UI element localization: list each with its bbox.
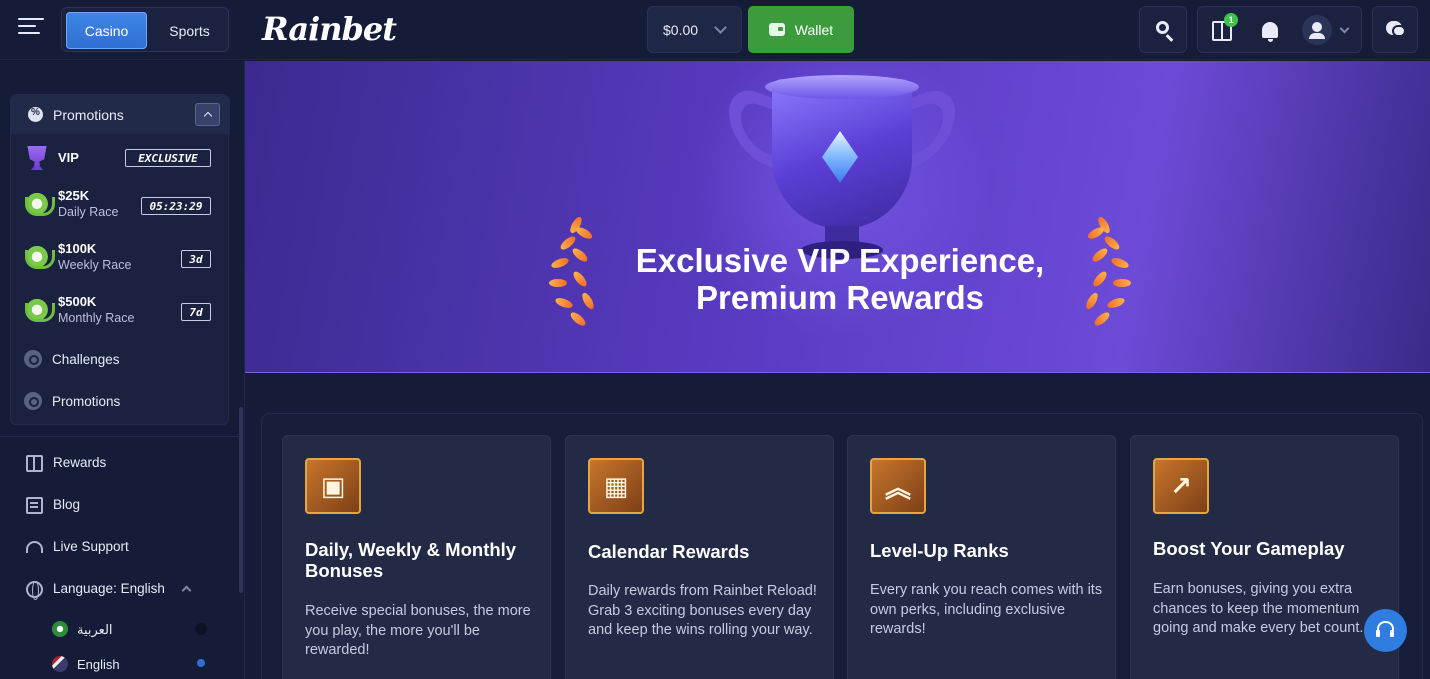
percent-icon — [24, 392, 42, 410]
top-bar: Casino Sports Rainbet $0.00 Wallet 1 — [0, 0, 1430, 60]
exclusive-badge: EXCLUSIVE — [125, 149, 211, 167]
trophy-icon — [27, 146, 47, 170]
vip-hero-banner: Exclusive VIP Experience, Premium Reward… — [245, 61, 1430, 373]
balance-dropdown[interactable]: $0.00 — [647, 6, 742, 53]
search-icon — [1156, 21, 1169, 34]
card-description: Daily rewards from Rainbet Reload! Grab … — [588, 583, 817, 638]
language-option-label: English — [77, 657, 120, 672]
tab-casino[interactable]: Casino — [66, 12, 147, 49]
promotions-header[interactable]: Promotions — [11, 95, 230, 134]
chevron-down-icon[interactable] — [1339, 23, 1350, 34]
card-title: Daily, Weekly & Monthly Bonuses — [305, 539, 517, 581]
gift-icon — [26, 455, 43, 472]
globe-icon — [26, 581, 43, 600]
mode-switch: Casino Sports — [61, 7, 229, 52]
chat-button[interactable] — [1372, 6, 1418, 53]
document-icon — [26, 497, 43, 514]
flag-icon — [52, 656, 68, 672]
sidebar-item-promotions[interactable]: Promotions — [11, 390, 230, 414]
race-name: Daily Race — [58, 205, 119, 219]
sidebar-item-blog[interactable]: Blog — [0, 487, 240, 525]
vip-label: VIP — [58, 150, 79, 165]
laurel-icon — [25, 193, 55, 217]
promotions-label: Promotions — [52, 394, 121, 409]
hero-title: Exclusive VIP Experience, Premium Reward… — [245, 242, 1430, 316]
calendar-icon: ▦ — [588, 458, 644, 514]
language-label: Language: English — [53, 581, 165, 596]
race-name: Monthly Race — [58, 311, 135, 325]
live-support-label: Live Support — [53, 539, 129, 554]
race-timer: 3d — [181, 250, 211, 268]
gift-icon: ▣ — [305, 458, 361, 514]
benefit-card: ▦ Calendar Rewards Daily rewards from Ra… — [565, 435, 834, 679]
main-content: Exclusive VIP Experience, Premium Reward… — [245, 61, 1430, 679]
rewards-label: Rewards — [53, 455, 107, 470]
laurel-icon — [25, 299, 55, 323]
chart-up-icon: ↗ — [1153, 458, 1209, 514]
chevrons-up-icon: ︽ — [870, 458, 926, 514]
hero-title-line2: Premium Rewards — [696, 279, 984, 316]
race-amount: $25K — [58, 188, 90, 203]
wallet-label: Wallet — [794, 21, 834, 38]
headset-icon — [26, 541, 43, 553]
sidebar-item-monthly-race[interactable]: $500K Monthly Race 7d — [11, 293, 230, 329]
target-icon — [24, 350, 42, 368]
race-amount: $100K — [58, 241, 97, 256]
blog-label: Blog — [53, 497, 81, 512]
sidebar-item-rewards[interactable]: Rewards — [0, 445, 240, 483]
race-timer: 05:23:29 — [141, 197, 211, 215]
collapse-button[interactable] — [195, 103, 220, 126]
tab-sports[interactable]: Sports — [153, 12, 226, 49]
sidebar-item-vip[interactable]: VIP EXCLUSIVE — [11, 145, 230, 171]
sidebar-divider — [0, 436, 240, 437]
card-title: Level-Up Ranks — [870, 540, 1009, 561]
gift-badge: 1 — [1224, 13, 1238, 27]
language-option-label: العربية — [77, 622, 113, 637]
benefit-card: ▣ Daily, Weekly & Monthly Bonuses Receiv… — [282, 435, 551, 679]
promotions-section: Promotions VIP EXCLUSIVE $25K Daily Race… — [10, 94, 230, 425]
laurel-icon — [25, 246, 55, 270]
benefit-card: ︽ Level-Up Ranks Every rank you reach co… — [847, 435, 1116, 679]
challenges-label: Challenges — [52, 352, 120, 367]
card-description: Every rank you reach comes with its own … — [870, 582, 1103, 637]
language-option-arabic[interactable]: العربية — [0, 616, 240, 642]
benefit-card: ↗ Boost Your Gameplay Earn bonuses, givi… — [1130, 435, 1399, 679]
balance-value: $0.00 — [663, 21, 699, 38]
race-amount: $500K — [58, 294, 97, 309]
sidebar-item-daily-race[interactable]: $25K Daily Race 05:23:29 — [11, 187, 230, 223]
avatar[interactable] — [1302, 15, 1332, 45]
card-description: Earn bonuses, giving you extra chances t… — [1153, 581, 1364, 636]
race-name: Weekly Race — [58, 258, 132, 272]
user-actions: 1 — [1197, 6, 1362, 53]
race-timer: 7d — [181, 303, 211, 321]
bell-icon[interactable] — [1262, 22, 1278, 42]
wallet-button[interactable]: Wallet — [748, 6, 854, 53]
help-chat-button[interactable] — [1364, 609, 1407, 652]
card-title: Boost Your Gameplay — [1153, 538, 1345, 559]
search-button[interactable] — [1139, 6, 1187, 53]
radio-button[interactable] — [195, 623, 207, 635]
wallet-icon — [768, 23, 785, 36]
hero-title-line1: Exclusive VIP Experience, — [635, 242, 1045, 279]
menu-icon[interactable] — [18, 18, 44, 42]
sidebar-item-live-support[interactable]: Live Support — [0, 529, 240, 567]
language-selector[interactable]: Language: English — [0, 571, 240, 609]
chevron-up-icon — [181, 585, 192, 596]
chevron-down-icon — [714, 21, 727, 34]
sidebar-item-weekly-race[interactable]: $100K Weekly Race 3d — [11, 240, 230, 276]
rainbet-logo[interactable]: Rainbet — [262, 10, 397, 48]
sidebar-item-challenges[interactable]: Challenges — [11, 348, 230, 372]
language-option-english[interactable]: English — [0, 651, 240, 677]
promotions-header-label: Promotions — [53, 106, 124, 123]
sidebar: Promotions VIP EXCLUSIVE $25K Daily Race… — [0, 61, 245, 679]
percent-icon — [28, 107, 43, 122]
card-description: Receive special bonuses, the more you pl… — [305, 603, 531, 658]
flag-icon — [52, 621, 68, 637]
radio-button-selected[interactable] — [197, 659, 205, 667]
card-title: Calendar Rewards — [588, 541, 750, 562]
